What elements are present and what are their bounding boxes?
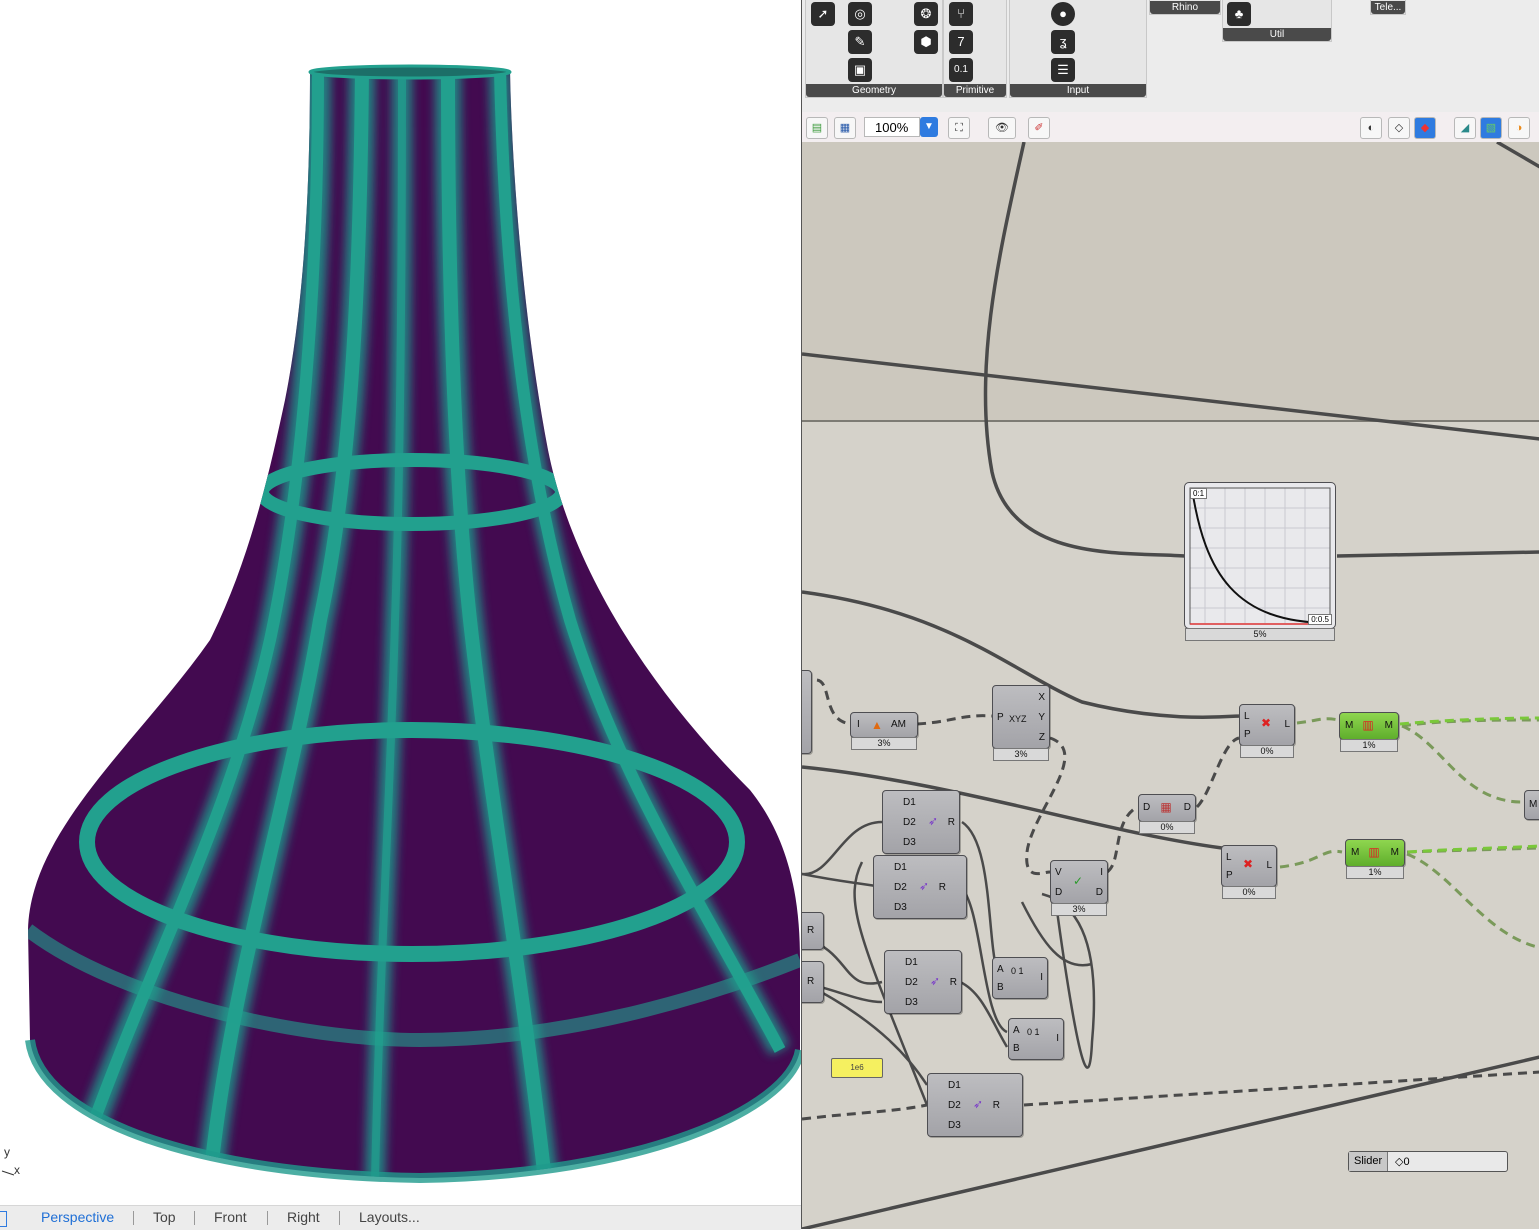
panel-label-geometry: Geometry (806, 84, 942, 97)
tab-perspective[interactable]: Perspective (41, 1209, 114, 1225)
panel-label-rhino: Rhino (1150, 1, 1220, 14)
tab-layouts[interactable]: Layouts... (359, 1209, 420, 1225)
ab-component-1[interactable]: A B 0 1 I (992, 957, 1048, 999)
gradient-arrow-icon: ➶ (972, 1097, 984, 1111)
member-index-component[interactable]: V D ✓ I D 3% (1050, 860, 1108, 916)
canvas-toolbar: ▤ ▦ 100% ▼ ⛶ 👁 ✐ ◐ ◇ ◆ ◢ ▧ ◑ (802, 112, 1539, 143)
graph-percent: 5% (1185, 628, 1335, 641)
wire-layer (802, 142, 1539, 1229)
mesh-join-icon: ▥ (1368, 845, 1380, 859)
sphere-icon[interactable]: ❂ (914, 2, 938, 26)
zoom-extents-icon[interactable]: ⛶ (948, 117, 970, 139)
color-gradient-component-3[interactable]: D1 D2 D3 ➶ R (884, 950, 962, 1014)
panel-label-util: Util (1223, 28, 1331, 41)
panel-label-primitive: Primitive (944, 84, 1006, 97)
mesh-join-icon: ▥ (1362, 718, 1374, 732)
am-component[interactable]: I ▲ AM 3% (850, 712, 918, 750)
toggle-icon[interactable]: ● (1051, 2, 1075, 26)
tab-front[interactable]: Front (214, 1209, 247, 1225)
slider-value: ◇0 (1395, 1156, 1410, 1168)
material-icon[interactable]: ◢ (1454, 117, 1476, 139)
shaded-icon[interactable]: ◆ (1414, 117, 1436, 139)
wireframe-icon[interactable]: ◇ (1388, 117, 1410, 139)
tree-icon[interactable]: ♣ (1227, 2, 1251, 26)
cull-icon: ✖ (1242, 857, 1254, 871)
cull-pattern-component-1[interactable]: L P ✖ L 0% (1239, 704, 1295, 758)
zoom-field[interactable]: 100% (864, 117, 920, 137)
offscreen-mesh-component[interactable]: M (1524, 790, 1539, 820)
slider-label: Slider (1349, 1152, 1389, 1171)
integer-icon[interactable]: 7 (949, 30, 973, 54)
gradient-arrow-icon: ➶ (927, 814, 939, 828)
panel-icon[interactable]: ▣ (848, 58, 872, 82)
cull-pattern-component-2[interactable]: L P ✖ L 0% (1221, 845, 1277, 899)
check-cross-icon: ✓ (1072, 874, 1084, 888)
list-icon[interactable]: ☰ (1051, 58, 1075, 82)
panel-rhino: Rhino (1149, 0, 1221, 15)
render-icon[interactable]: ◑ (1508, 117, 1530, 139)
grasshopper-window: ➚ ◎ ✎ ▣ ❂ ⬢ Geometry ⑂ 7 0.1 Primitive ●… (801, 0, 1539, 1229)
open-icon[interactable]: ▤ (806, 117, 828, 139)
number-icon[interactable]: 0.1 (949, 58, 973, 82)
graph-mapper[interactable]: 0:1 0:0.5 5% (1184, 482, 1336, 641)
tab-right[interactable]: Right (287, 1209, 320, 1225)
offscreen-r-component-2[interactable]: R (802, 961, 824, 1003)
display-mode-icon[interactable]: ◐ (1360, 117, 1382, 139)
graph-label-top-left: 0:1 (1190, 488, 1208, 499)
color-gradient-component-2[interactable]: D1 D2 D3 ➶ R (873, 855, 967, 919)
number-panel[interactable]: 1e6 (831, 1058, 883, 1078)
wrench-icon[interactable]: ✎ (848, 30, 872, 54)
rhino-viewport[interactable]: y x (0, 0, 801, 1205)
tab-top[interactable]: Top (153, 1209, 176, 1225)
table-icon: ▦ (1160, 800, 1172, 814)
gradient-arrow-icon: ➶ (929, 974, 941, 988)
sketch-icon[interactable]: ✐ (1028, 117, 1050, 139)
branch-icon[interactable]: ⑂ (949, 2, 973, 26)
vase-render (25, 64, 801, 1184)
component-ribbon: ➚ ◎ ✎ ▣ ❂ ⬢ Geometry ⑂ 7 0.1 Primitive ●… (802, 0, 1539, 113)
graph-label-bottom-right: 0:0.5 (1308, 614, 1332, 625)
color-gradient-component-4[interactable]: D1 D2 D3 ➶ R (927, 1073, 1023, 1137)
dispatch-component[interactable]: D ▦ D 0% (1138, 794, 1196, 834)
panel-primitive: ⑂ 7 0.1 Primitive (943, 0, 1007, 98)
distribution-icon: ▲ (871, 718, 883, 732)
gradient-arrow-icon: ➶ (918, 879, 930, 893)
cull-icon: ✖ (1260, 716, 1272, 730)
mesh-component-1[interactable]: M ▥ M 1% (1339, 712, 1399, 752)
save-icon[interactable]: ▦ (834, 117, 856, 139)
number-slider[interactable]: Slider ◇0 (1348, 1151, 1508, 1172)
panel-label-input: Input (1010, 84, 1146, 97)
grasshopper-canvas[interactable]: 0:1 0:0.5 5% I ▲ AM 3% P XYZ X Y Z 3% L … (802, 142, 1539, 1229)
vase-opening (308, 64, 512, 80)
color-gradient-component-1[interactable]: D1 D2 D3 ➶ R (882, 790, 960, 854)
cube-icon[interactable]: ⬢ (914, 30, 938, 54)
panel-label-tele: Tele... (1371, 1, 1405, 14)
panel-input: ● ʓ ☰ Input (1009, 0, 1147, 98)
arrow-icon[interactable]: ➚ (811, 2, 835, 26)
ab-component-2[interactable]: A B 0 1 I (1008, 1018, 1064, 1060)
viewport-tabs: Perspective Top Front Right Layouts... (0, 1205, 801, 1230)
preview-eye-icon[interactable]: 👁 (988, 117, 1016, 139)
offscreen-component[interactable] (802, 670, 812, 754)
offscreen-r-component-1[interactable]: R (802, 912, 824, 950)
deconstruct-point-component[interactable]: P XYZ X Y Z 3% (992, 685, 1050, 761)
mesh-icon[interactable]: ▧ (1480, 117, 1502, 139)
disc-icon[interactable]: ◎ (848, 2, 872, 26)
zoom-dropdown-icon[interactable]: ▼ (920, 117, 938, 137)
mesh-component-2[interactable]: M ▥ M 1% (1345, 839, 1405, 879)
gradient-icon[interactable]: ʓ (1051, 30, 1075, 54)
panel-util: ♣ Util (1222, 0, 1332, 42)
panel-tele: Tele... (1370, 0, 1406, 15)
panel-geometry: ➚ ◎ ✎ ▣ ❂ ⬢ Geometry (805, 0, 943, 98)
